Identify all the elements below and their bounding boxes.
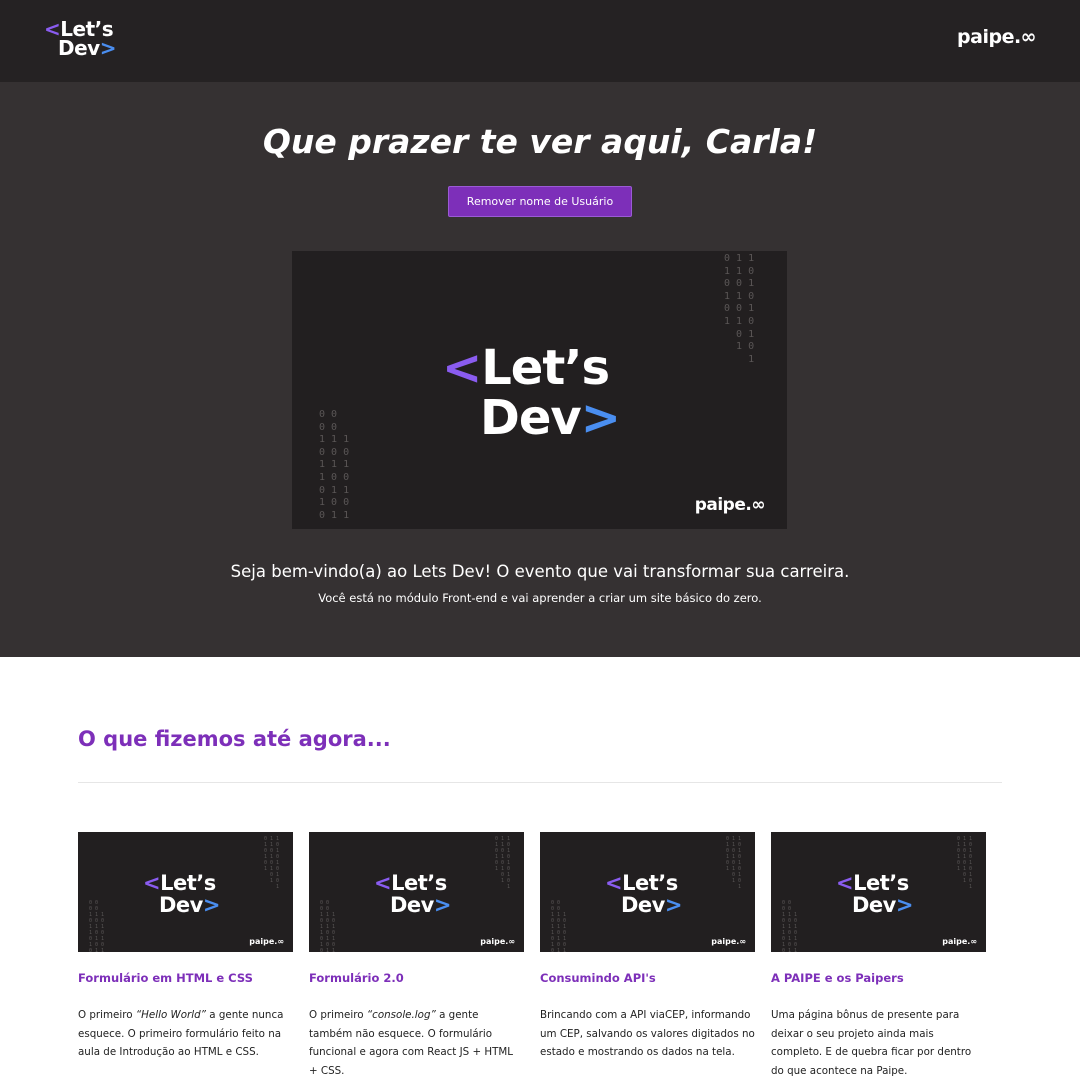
project-card-title[interactable]: Formulário em HTML e CSS — [78, 971, 293, 985]
card-chevron-left: < — [374, 871, 392, 895]
card-binary-right: 0 1 1 1 1 0 0 0 1 1 1 0 0 0 1 1 1 0 0 1 … — [495, 836, 511, 890]
card-text-start: O primeiro — [309, 1009, 367, 1021]
event-banner-image: 0 1 1 1 1 0 0 0 1 1 1 0 0 0 1 1 1 0 0 1 … — [292, 251, 787, 529]
lets-dev-logo[interactable]: <Let’s Dev> — [44, 19, 117, 60]
project-card-description: O primeiro “console.log” a gente também … — [309, 1006, 524, 1080]
project-card-image: 0 1 1 1 1 0 0 0 1 1 1 0 0 0 1 1 1 0 0 1 … — [78, 832, 293, 952]
banner-lets-dev-logo: <Let’s Dev> — [442, 340, 621, 446]
card-chevron-right: > — [202, 893, 221, 917]
section-divider — [78, 782, 1002, 783]
card-paipe-logo: paipe.∞ — [480, 937, 515, 946]
card-text-start: Uma página bônus de presente para deixar… — [771, 1009, 972, 1077]
card-text-start: Brincando com a API viaCEP, informando u… — [540, 1009, 755, 1058]
card-logo-dev: Dev — [159, 893, 203, 917]
project-card-title[interactable]: Consumindo API's — [540, 971, 755, 985]
card-chevron-right: > — [895, 893, 914, 917]
card-logo-dev: Dev — [390, 893, 434, 917]
logo-chevron-right: > — [99, 36, 117, 60]
project-card-description: Uma página bônus de presente para deixar… — [771, 1006, 986, 1080]
module-text: Você está no módulo Front-end e vai apre… — [318, 591, 762, 605]
card-binary-right: 0 1 1 1 1 0 0 0 1 1 1 0 0 0 1 1 1 0 0 1 … — [957, 836, 973, 890]
card-text-highlight: “console.log” — [366, 1009, 436, 1021]
projects-section-title: O que fizemos até agora... — [78, 727, 391, 751]
card-lets-dev-logo: <Let’s Dev> — [143, 872, 220, 916]
card-logo-lets: Let’s — [160, 871, 216, 895]
top-bar: <Let’s Dev> paipe.∞ — [0, 0, 1080, 82]
card-lets-dev-logo: <Let’s Dev> — [374, 872, 451, 916]
page-title: Que prazer te ver aqui, Carla! — [262, 122, 818, 161]
card-logo-lets: Let’s — [391, 871, 447, 895]
card-text-highlight: “Hello World” — [135, 1009, 206, 1021]
banner-chevron-right: > — [580, 390, 621, 446]
card-binary-left: 0 0 0 0 1 1 1 0 0 0 1 1 1 1 0 0 0 1 1 1 … — [551, 900, 567, 952]
hero-section: Que prazer te ver aqui, Carla! Remover n… — [0, 82, 1080, 657]
card-logo-lets: Let’s — [622, 871, 678, 895]
project-card-image: 0 1 1 1 1 0 0 0 1 1 1 0 0 0 1 1 1 0 0 1 … — [309, 832, 524, 952]
card-logo-lets: Let’s — [853, 871, 909, 895]
card-paipe-logo: paipe.∞ — [711, 937, 746, 946]
card-logo-dev: Dev — [852, 893, 896, 917]
project-card-description: Brincando com a API viaCEP, informando u… — [540, 1006, 755, 1062]
project-card[interactable]: 0 1 1 1 1 0 0 0 1 1 1 0 0 0 1 1 1 0 0 1 … — [771, 832, 986, 1080]
card-lets-dev-logo: <Let’s Dev> — [605, 872, 682, 916]
card-chevron-left: < — [605, 871, 623, 895]
card-binary-left: 0 0 0 0 1 1 1 0 0 0 1 1 1 1 0 0 0 1 1 1 … — [89, 900, 105, 952]
card-logo-dev: Dev — [621, 893, 665, 917]
card-binary-right: 0 1 1 1 1 0 0 0 1 1 1 0 0 0 1 1 1 0 0 1 … — [264, 836, 280, 890]
banner-logo-lets: Let’s — [481, 340, 610, 396]
card-lets-dev-logo: <Let’s Dev> — [836, 872, 913, 916]
project-card-image: 0 1 1 1 1 0 0 0 1 1 1 0 0 0 1 1 1 0 0 1 … — [540, 832, 755, 952]
card-paipe-logo: paipe.∞ — [249, 937, 284, 946]
binary-decoration-right: 0 1 1 1 1 0 0 0 1 1 1 0 0 0 1 1 1 0 0 1 … — [724, 253, 755, 365]
logo-text-dev: Dev — [58, 36, 100, 60]
project-card[interactable]: 0 1 1 1 1 0 0 0 1 1 1 0 0 0 1 1 1 0 0 1 … — [540, 832, 755, 1062]
project-card[interactable]: 0 1 1 1 1 0 0 0 1 1 1 0 0 0 1 1 1 0 0 1 … — [309, 832, 524, 1080]
card-chevron-right: > — [664, 893, 683, 917]
project-card-description: O primeiro “Hello World” a gente nunca e… — [78, 1006, 293, 1062]
card-chevron-left: < — [836, 871, 854, 895]
binary-decoration-left: 0 0 0 0 1 1 1 0 0 0 1 1 1 1 0 0 0 1 1 1 … — [319, 409, 350, 521]
card-paipe-logo: paipe.∞ — [942, 937, 977, 946]
banner-paipe-logo: paipe.∞ — [694, 495, 766, 515]
banner-logo-dev: Dev — [480, 390, 582, 446]
card-text-start: O primeiro — [78, 1009, 136, 1021]
project-card-title[interactable]: Formulário 2.0 — [309, 971, 524, 985]
project-card[interactable]: 0 1 1 1 1 0 0 0 1 1 1 0 0 0 1 1 1 0 0 1 … — [78, 832, 293, 1062]
paipe-logo[interactable]: paipe.∞ — [957, 26, 1036, 48]
card-chevron-left: < — [143, 871, 161, 895]
welcome-text: Seja bem-vindo(a) ao Lets Dev! O evento … — [230, 562, 850, 581]
card-binary-right: 0 1 1 1 1 0 0 0 1 1 1 0 0 0 1 1 1 0 0 1 … — [726, 836, 742, 890]
project-card-title[interactable]: A PAIPE e os Paipers — [771, 971, 986, 985]
banner-chevron-left: < — [442, 340, 482, 396]
project-card-image: 0 1 1 1 1 0 0 0 1 1 1 0 0 0 1 1 1 0 0 1 … — [771, 832, 986, 952]
remove-username-button[interactable]: Remover nome de Usuário — [448, 186, 632, 217]
card-binary-left: 0 0 0 0 1 1 1 0 0 0 1 1 1 1 0 0 0 1 1 1 … — [782, 900, 798, 952]
card-chevron-right: > — [433, 893, 452, 917]
card-binary-left: 0 0 0 0 1 1 1 0 0 0 1 1 1 1 0 0 0 1 1 1 … — [320, 900, 336, 952]
